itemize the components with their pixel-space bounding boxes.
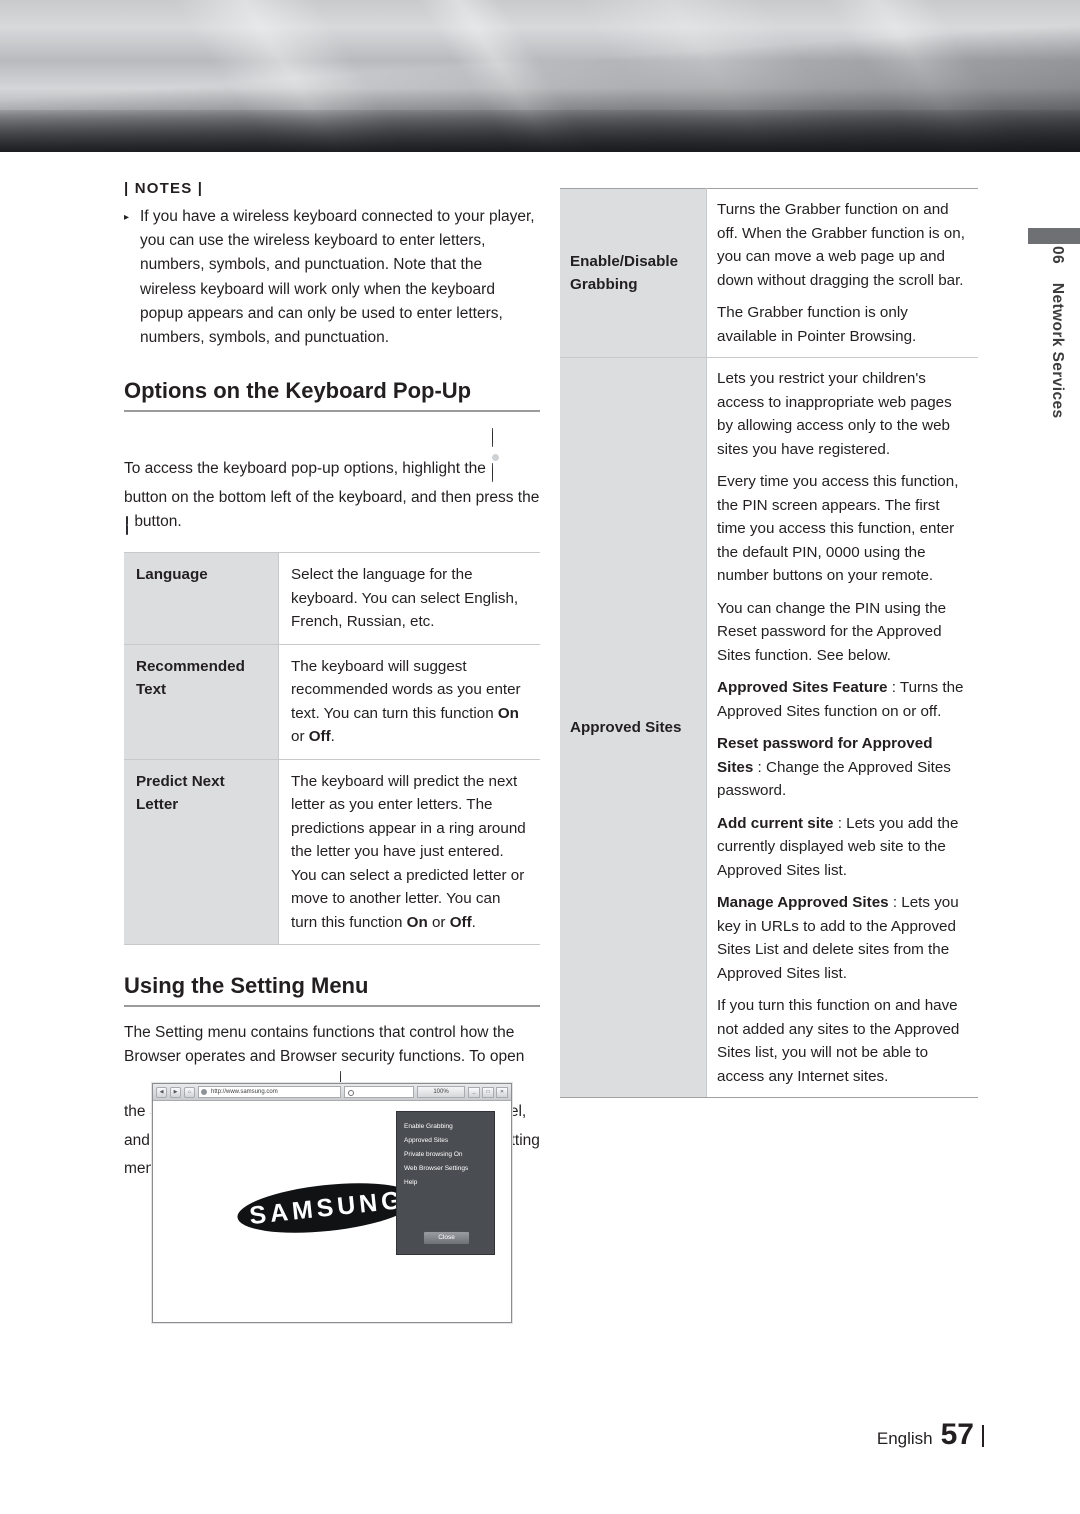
- keyboard-options-button-icon: [492, 426, 500, 485]
- bold-item-approved-sites-feature: Approved Sites Feature : Turns the Appro…: [717, 676, 970, 723]
- address-bar[interactable]: http://www.samsung.com: [198, 1086, 341, 1098]
- bold-sep: :: [833, 814, 847, 832]
- keyboard-intro-paragraph: To access the keyboard pop-up options, h…: [124, 426, 540, 538]
- keyboard-intro-b: button on the bottom left of the keyboar…: [124, 488, 540, 506]
- table-row: Language Select the language for the key…: [124, 552, 540, 645]
- page-title-keyboard-options: Options on the Keyboard Pop-Up: [124, 378, 540, 413]
- value-on: On: [406, 913, 428, 931]
- row-key-enable-disable-grabbing: Enable/Disable Grabbing: [560, 188, 707, 358]
- bold-item-reset-password: Reset password for Approved Sites : Chan…: [717, 732, 970, 803]
- bold-item-add-current-site: Add current site : Lets you add the curr…: [717, 812, 970, 883]
- value-or: or: [291, 728, 309, 746]
- window-controls: _ □ ✕: [468, 1086, 508, 1098]
- menu-item-approved-sites[interactable]: Approved Sites: [404, 1134, 494, 1148]
- value-off: Off: [308, 728, 331, 746]
- bold-label: Add current site: [717, 814, 834, 832]
- note-text: If you have a wireless keyboard connecte…: [140, 208, 535, 347]
- bold-sep: :: [887, 679, 900, 696]
- row-value-enable-disable-grabbing: Turns the Grabber function on and off. W…: [706, 188, 978, 358]
- table-row: Enable/Disable Grabbing Turns the Grabbe…: [560, 188, 978, 358]
- enter-button-icon: [126, 514, 128, 538]
- paragraph: You can change the PIN using the Reset p…: [717, 599, 947, 664]
- paragraph: Lets you restrict your children's access…: [717, 370, 952, 458]
- page-title-setting-menu: Using the Setting Menu: [124, 973, 540, 1008]
- value-or: or: [427, 913, 450, 931]
- setting-menu-popup: Enable Grabbing Approved Sites Private b…: [396, 1111, 495, 1255]
- note-item: ▸ If you have a wireless keyboard connec…: [124, 205, 540, 350]
- close-icon[interactable]: ✕: [496, 1086, 508, 1098]
- bold-label: Manage Approved Sites: [717, 894, 889, 911]
- keyboard-intro-c: button.: [134, 512, 182, 530]
- samsung-logo: SAMSUNG: [235, 1175, 419, 1241]
- home-icon[interactable]: ⌂: [184, 1086, 195, 1098]
- paragraph-footnote: If you turn this function on and have no…: [717, 997, 960, 1085]
- paragraph: Every time you access this function, the…: [717, 473, 959, 584]
- chapter-tab-marker: [1028, 228, 1080, 244]
- table-row: Approved Sites Lets you restrict your ch…: [560, 357, 978, 1098]
- menu-item-help[interactable]: Help: [404, 1176, 494, 1190]
- page-header-banner: [0, 0, 1080, 152]
- bold-label: Approved Sites Feature: [717, 679, 888, 696]
- chapter-title: Network Services: [1049, 282, 1066, 419]
- row-key-recommended-text: Recommended Text: [124, 644, 279, 760]
- bold-sep: :: [753, 758, 766, 776]
- paragraph: Turns the Grabber function on and off. W…: [717, 201, 965, 289]
- browser-screenshot-illustration: ◀ ▶ ⌂ http://www.samsung.com 100% _ □ ✕ …: [152, 1083, 512, 1323]
- close-button[interactable]: Close: [423, 1231, 470, 1245]
- setting-menu-list: Enable Grabbing Approved Sites Private b…: [397, 1112, 494, 1190]
- menu-item-enable-grabbing[interactable]: Enable Grabbing: [404, 1120, 494, 1134]
- value-end: .: [330, 728, 335, 746]
- table-row: Predict Next Letter The keyboard will pr…: [124, 759, 540, 946]
- table-row: Recommended Text The keyboard will sugge…: [124, 644, 540, 760]
- row-key-predict-next-letter: Predict Next Letter: [124, 759, 279, 946]
- back-icon[interactable]: ◀: [156, 1086, 167, 1098]
- browser-viewport: SAMSUNG Enable Grabbing Approved Sites P…: [153, 1101, 511, 1321]
- footer-language: English: [876, 1429, 933, 1448]
- search-input[interactable]: [344, 1086, 414, 1098]
- row-value-language: Select the language for the keyboard. Yo…: [278, 552, 540, 645]
- chapter-number: 06: [1049, 246, 1066, 265]
- page-footer: English 57: [877, 1418, 984, 1452]
- value-text-a: The keyboard will suggest recommended wo…: [291, 657, 521, 722]
- browser-toolbar: ◀ ▶ ⌂ http://www.samsung.com 100% _ □ ✕: [153, 1084, 511, 1101]
- minimize-icon[interactable]: _: [468, 1086, 480, 1098]
- maximize-icon[interactable]: □: [482, 1086, 494, 1098]
- zoom-level-control[interactable]: 100%: [417, 1086, 465, 1098]
- footer-rule: [982, 1425, 984, 1447]
- forward-icon[interactable]: ▶: [170, 1086, 181, 1098]
- row-value-predict-next-letter: The keyboard will predict the next lette…: [278, 759, 540, 946]
- chapter-side-label: 06 Network Services: [1048, 246, 1066, 419]
- paragraph: The Grabber function is only available i…: [717, 304, 917, 345]
- keyboard-intro-a: To access the keyboard pop-up options, h…: [124, 460, 486, 478]
- menu-item-private-browsing[interactable]: Private browsing On: [404, 1148, 494, 1162]
- keyboard-options-table: Language Select the language for the key…: [124, 552, 540, 946]
- setting-menu-options-table: Enable/Disable Grabbing Turns the Grabbe…: [560, 188, 978, 1098]
- value-on: On: [497, 704, 519, 722]
- notes-heading: | NOTES |: [124, 180, 204, 197]
- value-end: .: [471, 913, 476, 931]
- left-column: | NOTES | ▸ If you have a wireless keybo…: [124, 180, 540, 1185]
- row-value-approved-sites: Lets you restrict your children's access…: [706, 357, 978, 1098]
- banner-bottom-shadow: [0, 110, 1080, 152]
- note-bullet-icon: ▸: [124, 212, 130, 223]
- row-value-recommended-text: The keyboard will suggest recommended wo…: [278, 644, 540, 760]
- page-number: 57: [940, 1418, 974, 1451]
- menu-item-web-browser-settings[interactable]: Web Browser Settings: [404, 1162, 494, 1176]
- row-key-approved-sites: Approved Sites: [560, 357, 707, 1098]
- bold-sep: :: [888, 894, 902, 911]
- value-off: Off: [449, 913, 472, 931]
- bold-item-manage-approved-sites: Manage Approved Sites : Lets you key in …: [717, 891, 970, 985]
- row-key-language: Language: [124, 552, 279, 645]
- right-column: Enable/Disable Grabbing Turns the Grabbe…: [560, 188, 978, 1098]
- value-text-a: The keyboard will predict the next lette…: [291, 772, 526, 931]
